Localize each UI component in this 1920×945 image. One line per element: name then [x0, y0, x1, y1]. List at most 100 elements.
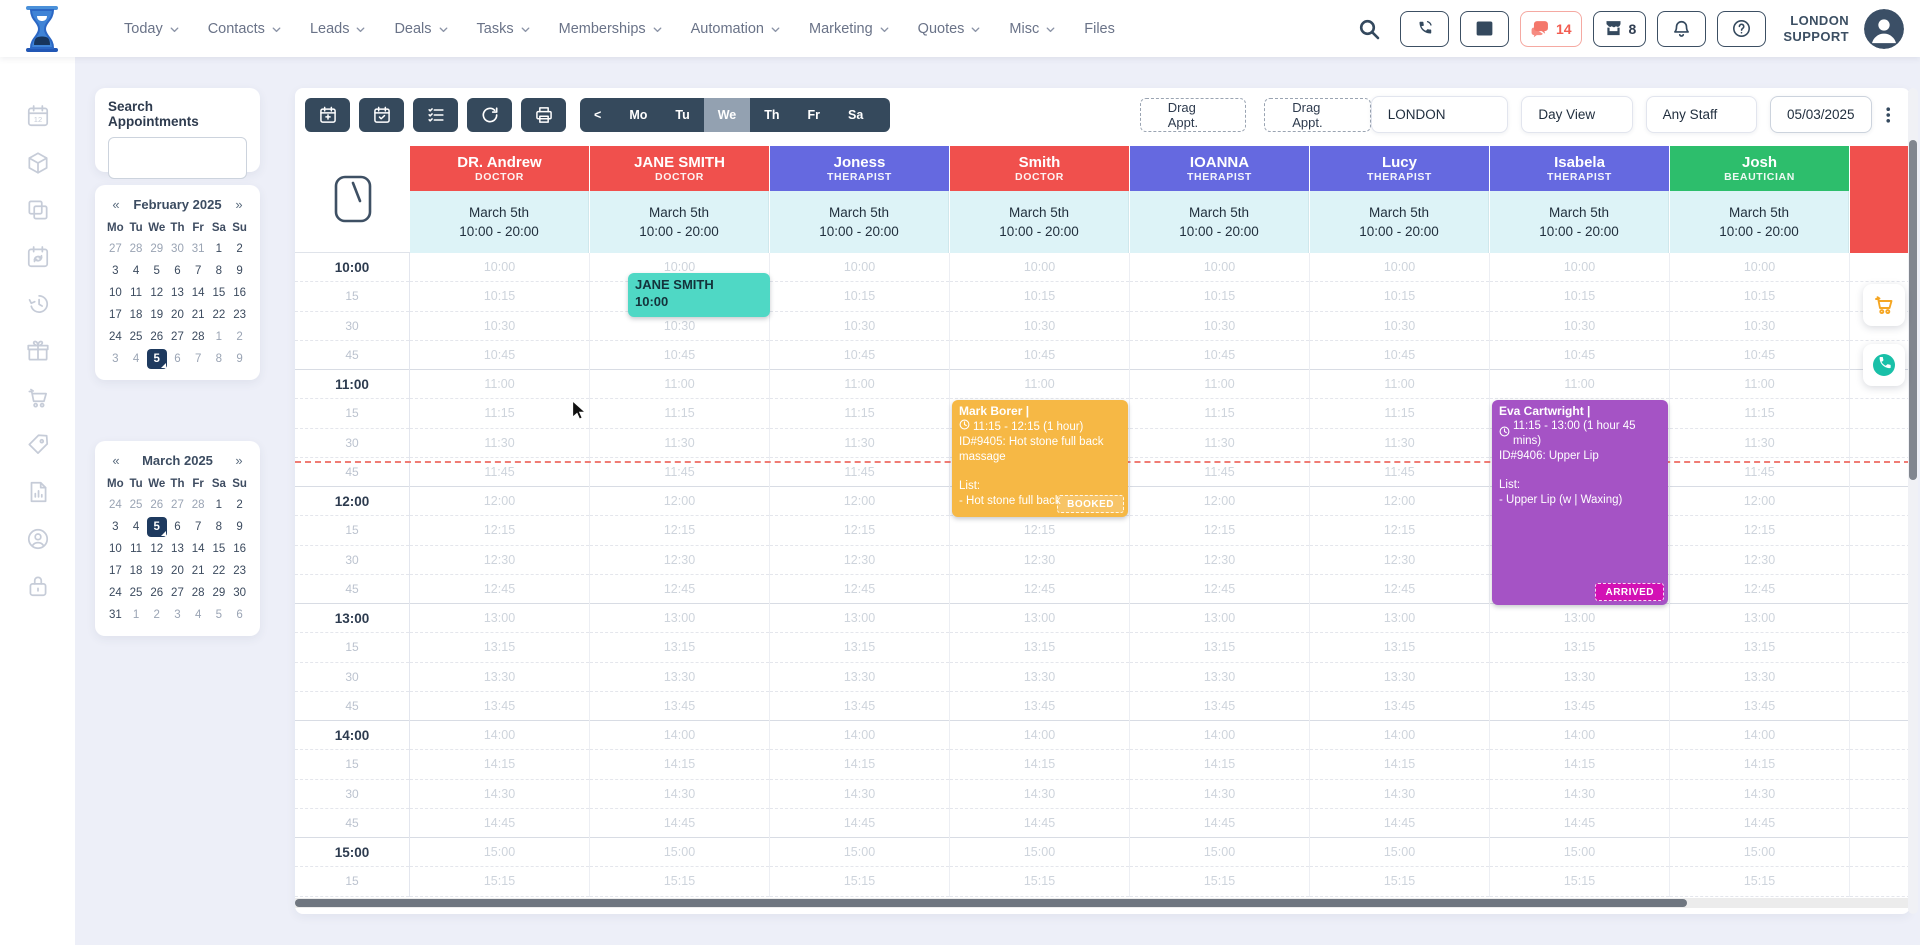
- calendar-day[interactable]: 27: [167, 494, 188, 516]
- slot-11:00[interactable]: 11:00: [1490, 370, 1669, 400]
- slot-10:15[interactable]: 10:15: [410, 282, 589, 312]
- calendar-day[interactable]: 27: [167, 326, 188, 348]
- calendar-day[interactable]: 14: [188, 538, 209, 560]
- slot-10:15[interactable]: 10:15: [1310, 282, 1489, 312]
- rail-lock-icon[interactable]: [25, 573, 51, 599]
- slot-10:45[interactable]: 10:45: [1130, 341, 1309, 370]
- calendar-check-button[interactable]: [359, 97, 404, 132]
- slot-12:15[interactable]: 12:15: [1310, 516, 1489, 546]
- calendar-day[interactable]: 19: [146, 560, 167, 582]
- staff-name-band[interactable]: [1850, 146, 1909, 253]
- refresh-button[interactable]: [467, 97, 512, 132]
- inbox-button[interactable]: [1459, 10, 1509, 47]
- slot-14:30[interactable]: [1850, 780, 1910, 809]
- slot-14:00[interactable]: 14:00: [1670, 721, 1849, 751]
- calendar-day[interactable]: 3: [105, 516, 126, 538]
- calendar-day[interactable]: 26: [146, 494, 167, 516]
- slot-14:30[interactable]: 14:30: [1310, 780, 1489, 809]
- slot-11:15[interactable]: 11:15: [410, 399, 589, 429]
- slot-13:30[interactable]: [1850, 663, 1910, 692]
- calendar-day[interactable]: 13: [167, 282, 188, 304]
- calendar-day[interactable]: 12: [146, 538, 167, 560]
- quick-cart-button[interactable]: [1863, 284, 1905, 326]
- slot-10:45[interactable]: 10:45: [1490, 341, 1669, 370]
- slot-13:15[interactable]: 13:15: [950, 633, 1129, 663]
- slot-12:30[interactable]: [1850, 546, 1910, 575]
- slot-15:15[interactable]: 15:15: [950, 867, 1129, 897]
- calendar-day[interactable]: 2: [146, 604, 167, 626]
- slot-10:30[interactable]: 10:30: [1310, 312, 1489, 341]
- slot-11:00[interactable]: 11:00: [770, 370, 949, 400]
- calendar-day[interactable]: 4: [126, 516, 147, 538]
- calendar-day[interactable]: 28: [188, 494, 209, 516]
- calendar-day[interactable]: 3: [105, 348, 126, 370]
- slot-12:45[interactable]: 12:45: [1130, 575, 1309, 604]
- calendar-day[interactable]: 8: [209, 516, 230, 538]
- appt-jane-smith[interactable]: JANE SMITH 10:00: [628, 273, 770, 317]
- slot-11:00[interactable]: 11:00: [590, 370, 769, 400]
- calendar-day[interactable]: 8: [209, 260, 230, 282]
- drag-appt-button-2[interactable]: Drag Appt.: [1264, 97, 1371, 132]
- slot-10:30[interactable]: 10:30: [1670, 312, 1849, 341]
- nav-item-misc[interactable]: Misc: [1009, 21, 1057, 37]
- calendar-day[interactable]: 23: [229, 304, 250, 326]
- nav-item-quotes[interactable]: Quotes: [918, 21, 983, 37]
- calendar-day[interactable]: 7: [188, 260, 209, 282]
- slot-13:30[interactable]: 13:30: [590, 663, 769, 692]
- slot-14:00[interactable]: [1850, 721, 1910, 751]
- nav-item-contacts[interactable]: Contacts: [208, 21, 283, 37]
- calendar-day[interactable]: 7: [188, 348, 209, 370]
- calendar-day[interactable]: 31: [188, 238, 209, 260]
- staff-name-band[interactable]: Josh BEAUTICIAN: [1670, 146, 1849, 191]
- calendar-day[interactable]: 4: [188, 604, 209, 626]
- calendar-day[interactable]: 1: [209, 238, 230, 260]
- slot-15:15[interactable]: 15:15: [1670, 867, 1849, 897]
- slot-13:00[interactable]: 13:00: [590, 604, 769, 634]
- slot-15:15[interactable]: 15:15: [410, 867, 589, 897]
- slot-12:45[interactable]: 12:45: [950, 575, 1129, 604]
- horizontal-scrollbar-thumb[interactable]: [295, 898, 1687, 907]
- slot-10:00[interactable]: 10:00: [770, 253, 949, 283]
- calendar-day-selected[interactable]: 5: [146, 516, 167, 538]
- calendar-day[interactable]: 28: [188, 582, 209, 604]
- calendar-day[interactable]: 21: [188, 304, 209, 326]
- staff-select[interactable]: Any Staff: [1645, 96, 1757, 133]
- nav-item-tasks[interactable]: Tasks: [477, 21, 532, 37]
- slot-14:00[interactable]: 14:00: [950, 721, 1129, 751]
- calendar-day[interactable]: 5: [209, 604, 230, 626]
- slot-11:15[interactable]: 11:15: [1130, 399, 1309, 429]
- calendar-day[interactable]: 4: [126, 348, 147, 370]
- slot-11:30[interactable]: 11:30: [1130, 429, 1309, 458]
- slot-13:45[interactable]: 13:45: [1130, 692, 1309, 721]
- rail-calendar-sync-icon[interactable]: [25, 244, 51, 270]
- slot-11:15[interactable]: [1850, 399, 1910, 429]
- day-tab-mo[interactable]: Mo: [615, 98, 661, 132]
- slot-13:00[interactable]: 13:00: [1310, 604, 1489, 634]
- calendar-day[interactable]: 16: [229, 282, 250, 304]
- slot-11:30[interactable]: [1850, 429, 1910, 458]
- calendar-day[interactable]: 25: [126, 494, 147, 516]
- day-tab-sa[interactable]: Sa: [834, 98, 877, 132]
- nav-item-marketing[interactable]: Marketing: [809, 21, 891, 37]
- checklist-button[interactable]: [413, 97, 458, 132]
- slot-14:00[interactable]: 14:00: [1130, 721, 1309, 751]
- rail-history-icon[interactable]: [25, 291, 51, 317]
- day-tab-tu[interactable]: Tu: [661, 98, 703, 132]
- calendar-day[interactable]: 9: [229, 348, 250, 370]
- prev-day-button[interactable]: <: [580, 98, 615, 132]
- slot-14:15[interactable]: 14:15: [770, 750, 949, 780]
- calendar-day[interactable]: 16: [229, 538, 250, 560]
- slot-10:30[interactable]: 10:30: [950, 312, 1129, 341]
- slot-15:15[interactable]: 15:15: [1130, 867, 1309, 897]
- slot-13:00[interactable]: 13:00: [1490, 604, 1669, 634]
- slot-15:00[interactable]: [1850, 838, 1910, 868]
- slot-12:00[interactable]: 12:00: [410, 487, 589, 517]
- slot-13:45[interactable]: 13:45: [1670, 692, 1849, 721]
- slot-12:00[interactable]: 12:00: [1130, 487, 1309, 517]
- slot-10:00[interactable]: 10:00: [1490, 253, 1669, 283]
- slot-10:30[interactable]: 10:30: [1130, 312, 1309, 341]
- appt-mark-borer[interactable]: Mark Borer | 11:15 - 12:15 (1 hour) ID#940…: [952, 400, 1128, 517]
- calendar-day[interactable]: 22: [209, 304, 230, 326]
- slot-13:00[interactable]: 13:00: [410, 604, 589, 634]
- quick-call-button[interactable]: [1863, 344, 1905, 386]
